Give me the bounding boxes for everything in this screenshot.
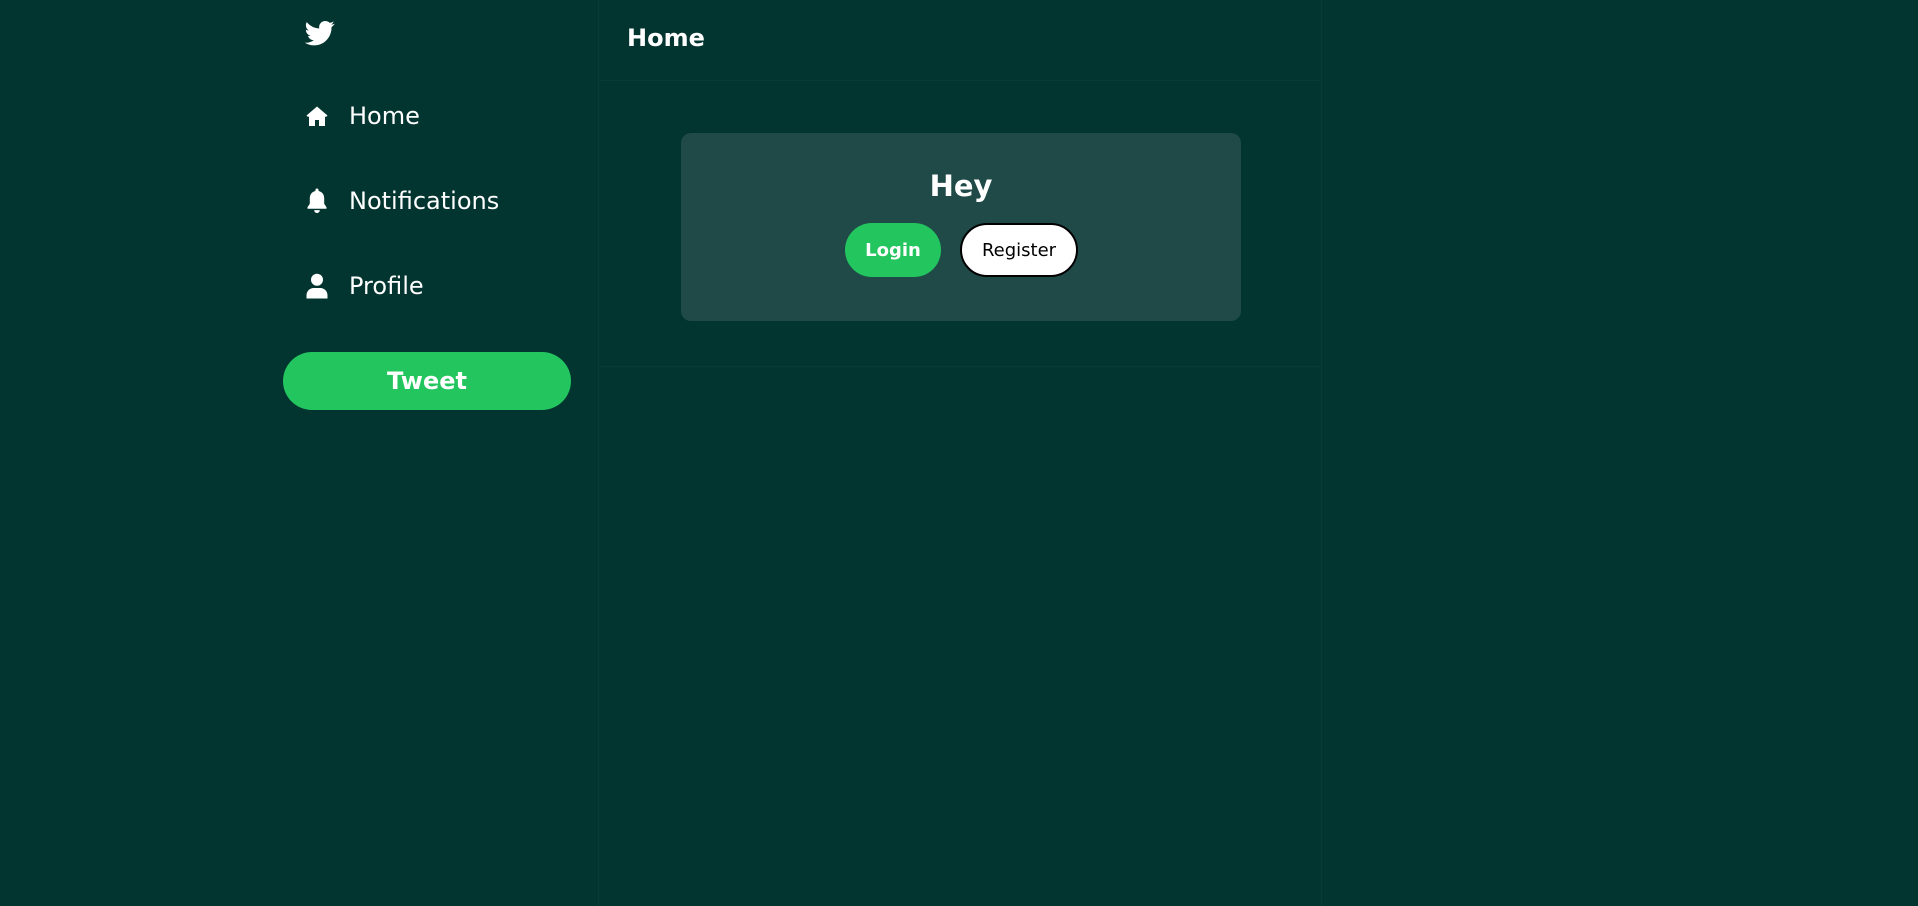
main-column: Home Hey Login Register <box>598 0 1322 906</box>
main-header: Home <box>599 0 1321 81</box>
app-window: Home Notifications Profile Tweet Home He… <box>0 0 1918 906</box>
bell-icon <box>304 188 330 214</box>
sidebar-item-label: Profile <box>349 272 424 300</box>
auth-section: Hey Login Register <box>599 80 1321 367</box>
auth-card: Hey Login Register <box>681 133 1241 321</box>
sidebar-item-label: Home <box>349 102 420 130</box>
register-button[interactable]: Register <box>960 223 1078 277</box>
login-button[interactable]: Login <box>845 223 941 277</box>
sidebar-item-label: Notifications <box>349 187 500 215</box>
tweet-button[interactable]: Tweet <box>283 352 571 410</box>
sidebar-item-notifications[interactable]: Notifications <box>304 173 499 229</box>
home-icon <box>304 103 330 129</box>
sidebar-item-profile[interactable]: Profile <box>304 258 424 314</box>
twitter-bird-icon[interactable] <box>304 18 336 48</box>
sidebar-item-home[interactable]: Home <box>304 88 420 144</box>
user-icon <box>304 273 330 299</box>
auth-card-title: Hey <box>929 169 993 203</box>
sidebar: Home Notifications Profile Tweet <box>282 0 571 906</box>
page-title: Home <box>627 24 705 52</box>
